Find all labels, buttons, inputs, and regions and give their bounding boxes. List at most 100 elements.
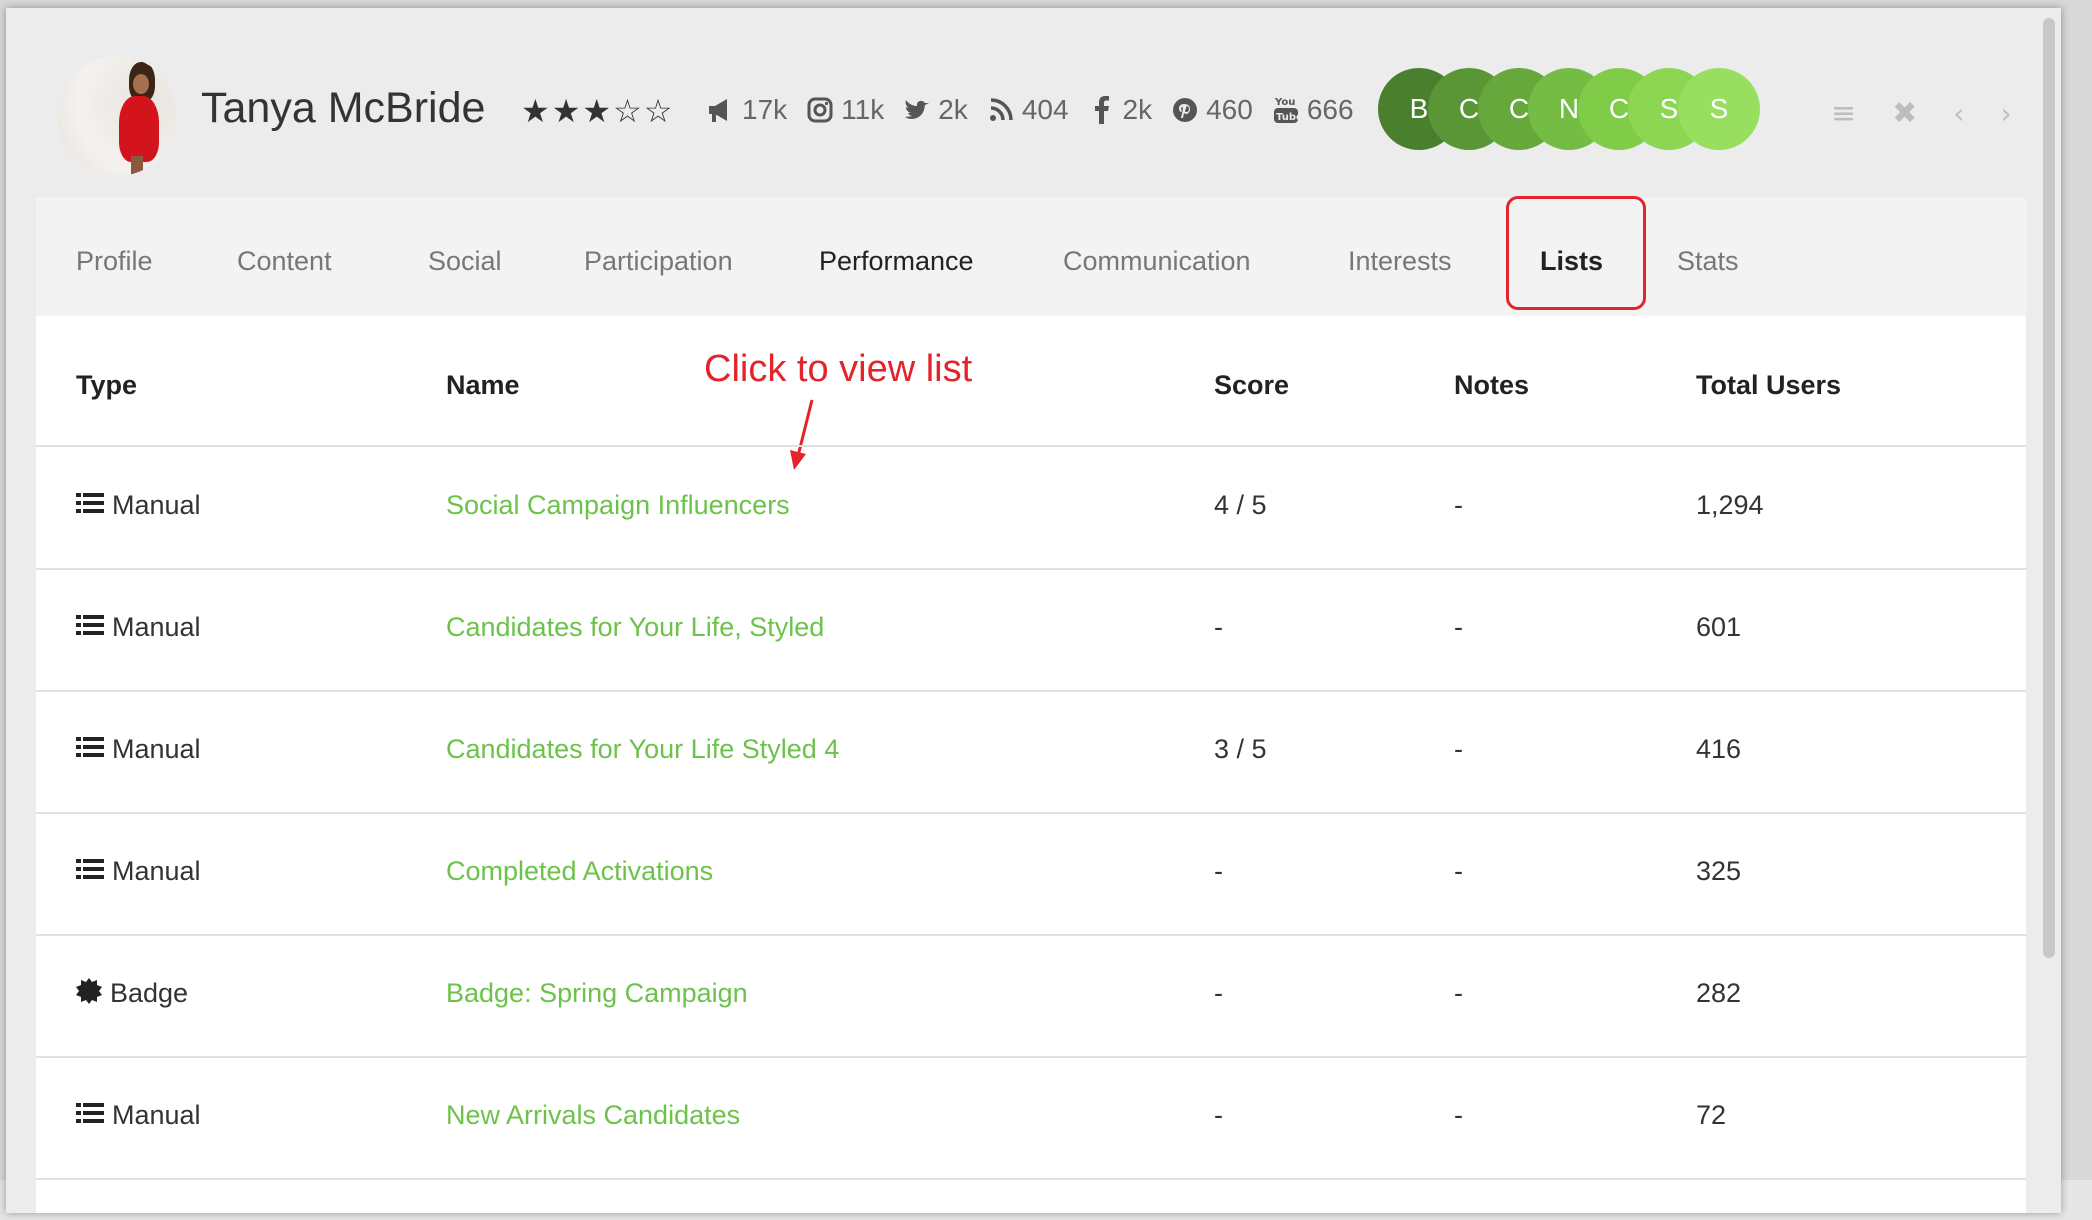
social-stat: 2k <box>1087 94 1153 126</box>
rss-icon <box>986 95 1016 125</box>
star-rating: ★★★☆☆ <box>521 92 674 130</box>
social-stat-value: 666 <box>1306 94 1354 125</box>
tab-participation[interactable]: Participation <box>584 246 733 277</box>
list-icon <box>76 857 104 888</box>
column-header-score[interactable]: Score <box>1214 370 1289 401</box>
score-cell: 3 / 5 <box>1214 734 1267 764</box>
type-label: Manual <box>112 856 201 886</box>
chevron-left-icon[interactable]: ‹ <box>1953 97 1964 130</box>
tab-communication[interactable]: Communication <box>1063 246 1251 277</box>
score-cell: - <box>1214 978 1223 1008</box>
type-label: Manual <box>112 734 201 764</box>
type-cell: Manual <box>76 856 201 888</box>
hamburger-menu-icon[interactable]: ≡ <box>1831 96 1856 131</box>
column-header-notes[interactable]: Notes <box>1454 370 1529 401</box>
chevron-right-icon[interactable]: › <box>2000 97 2011 130</box>
list-name-link[interactable]: Social Campaign Influencers <box>446 490 790 521</box>
list-icon <box>76 735 104 766</box>
type-label: Badge <box>110 978 189 1008</box>
megaphone-icon <box>706 95 736 125</box>
social-stat: 460 <box>1170 94 1253 126</box>
close-icon[interactable]: ✖ <box>1892 96 1917 131</box>
tab-stats[interactable]: Stats <box>1677 246 1739 277</box>
total-users-cell: 601 <box>1696 612 1742 642</box>
row-divider <box>36 1178 2026 1180</box>
list-icon <box>76 613 104 644</box>
total-users-cell: 325 <box>1696 856 1742 886</box>
type-cell: Manual <box>76 734 201 766</box>
list-name-link[interactable]: New Arrivals Candidates <box>446 1100 740 1131</box>
star-empty-icon: ☆ <box>613 92 644 130</box>
tab-social[interactable]: Social <box>428 246 502 277</box>
tab-profile[interactable]: Profile <box>76 246 153 277</box>
profile-header: Tanya McBride ★★★☆☆ 17k 11k 2k 404 2k 460 You T… <box>6 8 2061 198</box>
type-label: Manual <box>112 1100 201 1130</box>
type-cell: Badge <box>76 978 188 1011</box>
pinterest-icon <box>1170 95 1200 125</box>
total-users-cell: 1,294 <box>1696 490 1764 520</box>
notes-cell: - <box>1454 856 1463 886</box>
badge-icon <box>76 978 102 1011</box>
annotation-callout: Click to view list <box>704 348 973 390</box>
profile-modal: Tanya McBride ★★★☆☆ 17k 11k 2k 404 2k 460 You T… <box>6 8 2061 1213</box>
scrollbar[interactable] <box>2043 18 2055 958</box>
social-stat-value: 404 <box>1021 94 1069 125</box>
star-filled-icon: ★ <box>551 92 583 130</box>
social-stat-value: 2k <box>1122 94 1153 125</box>
score-cell: - <box>1214 1100 1223 1130</box>
star-filled-icon: ★ <box>582 92 614 130</box>
star-empty-icon: ☆ <box>643 92 675 130</box>
notes-cell: - <box>1454 734 1463 764</box>
list-name-link[interactable]: Completed Activations <box>446 856 713 887</box>
social-stat-value: 17k <box>742 94 788 125</box>
tab-performance[interactable]: Performance <box>819 246 974 277</box>
type-cell: Manual <box>76 612 201 644</box>
total-users-cell: 282 <box>1696 978 1742 1008</box>
column-header-name[interactable]: Name <box>446 370 520 401</box>
badge-circle[interactable]: S <box>1678 68 1760 150</box>
avatar <box>57 56 177 176</box>
profile-name: Tanya McBride <box>201 84 486 132</box>
table-row: Manual Social Campaign Influencers 4 / 5 - 1… <box>36 448 2026 568</box>
score-cell: - <box>1214 612 1223 642</box>
social-stat-value: 2k <box>938 94 968 125</box>
list-icon <box>76 491 104 522</box>
twitter-icon <box>902 95 932 125</box>
type-cell: Manual <box>76 490 201 522</box>
notes-cell: - <box>1454 612 1463 642</box>
score-cell: 4 / 5 <box>1214 490 1267 520</box>
type-label: Manual <box>112 612 201 642</box>
type-label: Manual <box>112 490 201 520</box>
table-row: Manual New Arrivals Candidates - - 72 <box>36 1058 2026 1178</box>
table-row: Badge Badge: Spring Campaign - - 282 <box>36 936 2026 1056</box>
type-cell: Manual <box>76 1100 201 1132</box>
lists-panel: Profile Content Social Participation Per… <box>36 196 2026 1213</box>
social-stat: You Tube 666 <box>1271 94 1354 126</box>
notes-cell: - <box>1454 978 1463 1008</box>
table-row: Manual Candidates for Your Life, Styled - -… <box>36 570 2026 690</box>
social-stat: 2k <box>902 94 968 126</box>
facebook-icon <box>1087 95 1117 125</box>
social-stat: 11k <box>805 94 884 126</box>
star-filled-icon: ★ <box>521 92 552 130</box>
youtube-icon: You Tube <box>1271 95 1301 125</box>
tab-interests[interactable]: Interests <box>1348 246 1452 277</box>
notes-cell: - <box>1454 490 1463 520</box>
table-row: Manual Candidates for Your Life Styled 4 3… <box>36 692 2026 812</box>
lists-tab-highlight <box>1506 196 1646 310</box>
social-stats: 17k 11k 2k 404 2k 460 You Tube 666 <box>706 94 1372 126</box>
score-cell: - <box>1214 856 1223 886</box>
social-stat: 404 <box>986 94 1069 126</box>
list-icon <box>76 1101 104 1132</box>
tab-bar: Profile Content Social Participation Per… <box>36 196 2026 316</box>
list-name-link[interactable]: Badge: Spring Campaign <box>446 978 748 1009</box>
column-header-total-users[interactable]: Total Users <box>1696 370 1841 401</box>
header-divider <box>36 445 2026 447</box>
column-header-type[interactable]: Type <box>76 370 137 401</box>
list-name-link[interactable]: Candidates for Your Life Styled 4 <box>446 734 839 765</box>
table-row: Manual Completed Activations - - 325 <box>36 814 2026 934</box>
tab-content[interactable]: Content <box>237 246 332 277</box>
social-stat-value: 460 <box>1206 94 1253 125</box>
header-controls: ≡ ✖ ‹ › <box>1831 96 2048 131</box>
list-name-link[interactable]: Candidates for Your Life, Styled <box>446 612 824 643</box>
